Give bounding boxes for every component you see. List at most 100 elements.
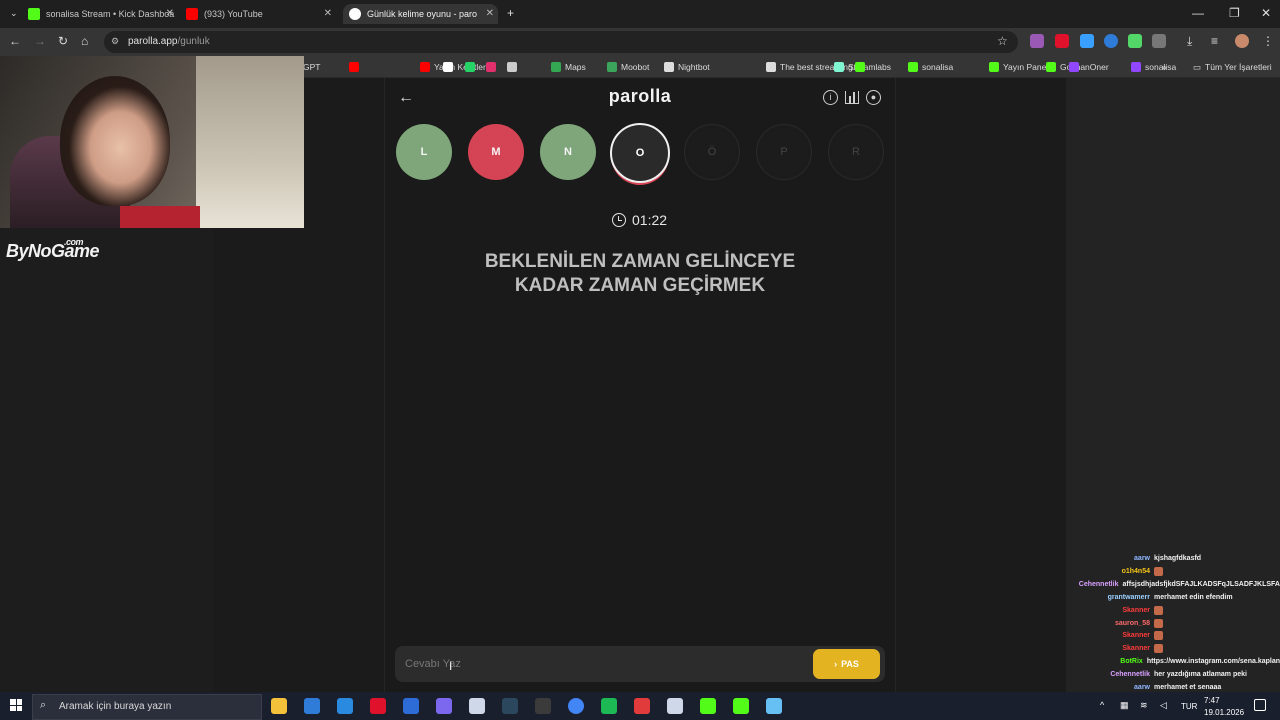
bookmark-item[interactable]: Moobot bbox=[607, 60, 649, 74]
close-icon[interactable]: ✕ bbox=[486, 8, 494, 19]
pass-button[interactable]: › PAS bbox=[813, 649, 880, 679]
reading-list-icon[interactable]: ≡ bbox=[1211, 34, 1218, 48]
reload-icon[interactable]: ↻ bbox=[58, 34, 68, 48]
user-icon[interactable]: ● bbox=[866, 90, 881, 105]
site-info-icon[interactable]: ⚙ bbox=[111, 36, 119, 47]
menu-icon[interactable]: ⋮ bbox=[1262, 34, 1274, 48]
taskbar-app-icon[interactable] bbox=[502, 698, 518, 714]
bookmark-item[interactable]: Nightbot bbox=[664, 60, 710, 74]
chat-message: sauron_58 bbox=[1070, 617, 1280, 630]
tray-chevron-icon[interactable]: ^ bbox=[1100, 700, 1104, 710]
bookmark-icon bbox=[486, 62, 496, 72]
chat-username[interactable]: Cehennetlik bbox=[1070, 671, 1150, 678]
letter-correct: N bbox=[540, 124, 596, 180]
bookmark-item[interactable] bbox=[465, 60, 479, 74]
taskbar-app-icon[interactable] bbox=[337, 698, 353, 714]
window-close-icon[interactable]: ✕ bbox=[1261, 6, 1271, 20]
bookmark-item[interactable]: GPT bbox=[303, 60, 320, 74]
notifications-icon[interactable] bbox=[1254, 699, 1266, 711]
webcam-person bbox=[60, 76, 170, 206]
webcam-room bbox=[196, 56, 304, 228]
letter-correct: L bbox=[396, 124, 452, 180]
taskbar-app-icon[interactable] bbox=[568, 698, 584, 714]
wifi-icon[interactable]: ≋ bbox=[1140, 700, 1148, 711]
back-arrow-icon[interactable]: ← bbox=[398, 89, 414, 107]
download-icon[interactable]: ⤓ bbox=[1187, 34, 1192, 49]
bookmark-item[interactable]: sonalisa bbox=[908, 60, 953, 74]
address-bar[interactable] bbox=[104, 31, 1018, 53]
chat-username[interactable]: aarw bbox=[1070, 555, 1150, 562]
chat-username[interactable]: Skanner bbox=[1070, 607, 1150, 614]
taskbar-app-icon[interactable] bbox=[271, 698, 287, 714]
taskbar-app-icon[interactable] bbox=[700, 698, 716, 714]
taskbar-app-icon[interactable] bbox=[733, 698, 749, 714]
bookmark-item[interactable] bbox=[1069, 60, 1083, 74]
windows-start-icon[interactable] bbox=[10, 699, 22, 711]
all-bookmarks-button[interactable]: ▭ Tüm Yer İşaretleri bbox=[1193, 60, 1272, 74]
parolla-icon bbox=[349, 8, 361, 20]
bookmark-item[interactable] bbox=[486, 60, 500, 74]
chat-username[interactable]: sauron_58 bbox=[1070, 620, 1150, 627]
taskbar-app-icon[interactable] bbox=[766, 698, 782, 714]
new-tab-button[interactable]: + bbox=[507, 6, 514, 20]
language-indicator[interactable]: TUR bbox=[1181, 702, 1197, 711]
extension-icon[interactable] bbox=[1080, 34, 1094, 48]
taskbar-app-icon[interactable] bbox=[304, 698, 320, 714]
extension-icon[interactable] bbox=[1104, 34, 1118, 48]
taskbar-app-icon[interactable] bbox=[469, 698, 485, 714]
taskbar-app-icon[interactable] bbox=[403, 698, 419, 714]
bookmark-item[interactable] bbox=[507, 60, 521, 74]
back-icon[interactable]: ← bbox=[9, 34, 21, 48]
chat-username[interactable]: Skanner bbox=[1070, 645, 1150, 652]
extensions-puzzle-icon[interactable] bbox=[1152, 34, 1166, 48]
taskbar-app-icon[interactable] bbox=[601, 698, 617, 714]
clock-date[interactable]: 19.01.2026 bbox=[1204, 708, 1244, 717]
restore-icon[interactable]: ❐ bbox=[1229, 6, 1240, 20]
close-icon[interactable]: ✕ bbox=[166, 8, 174, 19]
bookmark-item[interactable] bbox=[443, 60, 457, 74]
bookmark-icon bbox=[551, 62, 561, 72]
chat-username[interactable]: o1h4n54 bbox=[1070, 568, 1150, 575]
bookmark-item[interactable] bbox=[349, 60, 363, 74]
bookmark-star-icon[interactable]: ☆ bbox=[997, 34, 1008, 48]
chat-username[interactable]: Cehennetlik bbox=[1070, 581, 1119, 588]
timer-value: 01:22 bbox=[632, 212, 668, 228]
volume-icon[interactable]: ◁ bbox=[1160, 700, 1167, 711]
bookmark-item[interactable]: Yayın Paneli bbox=[989, 60, 1050, 74]
profile-avatar[interactable] bbox=[1235, 34, 1249, 48]
minimize-icon[interactable]: — bbox=[1192, 6, 1204, 20]
letter-wrong: M bbox=[468, 124, 524, 180]
extension-icon[interactable] bbox=[1128, 34, 1142, 48]
extension-icon[interactable] bbox=[1030, 34, 1044, 48]
tab-parolla[interactable]: Günlük kelime oyunu - paro ✕ bbox=[343, 4, 498, 24]
answer-input[interactable] bbox=[400, 650, 800, 678]
tab-youtube[interactable]: (933) YouTube ✕ bbox=[186, 4, 336, 24]
bookmark-item[interactable]: sonalisa bbox=[1131, 60, 1176, 74]
folder-icon: ▭ bbox=[1193, 61, 1202, 72]
taskbar-app-icon[interactable] bbox=[535, 698, 551, 714]
clock-time[interactable]: 7:47 bbox=[1204, 696, 1220, 705]
home-icon[interactable]: ⌂ bbox=[81, 34, 88, 48]
chat-username[interactable]: BotRix bbox=[1070, 658, 1143, 665]
tab-search-icon[interactable]: ⌄ bbox=[10, 8, 18, 19]
tab-kick[interactable]: sonalisa Stream • Kick Dashboa ✕ bbox=[28, 4, 178, 24]
emote-icon bbox=[1154, 605, 1163, 615]
stats-icon[interactable] bbox=[845, 91, 859, 104]
taskbar-app-icon[interactable] bbox=[436, 698, 452, 714]
bookmarks-more-button[interactable]: » bbox=[1162, 60, 1167, 74]
forward-icon[interactable]: → bbox=[34, 34, 46, 48]
extension-icon[interactable] bbox=[1055, 34, 1069, 48]
bookmark-item[interactable]: Maps bbox=[551, 60, 586, 74]
network-icon[interactable]: ▦ bbox=[1120, 700, 1129, 711]
taskbar-app-icon[interactable] bbox=[370, 698, 386, 714]
letter-current: O bbox=[610, 123, 670, 183]
taskbar-app-icon[interactable] bbox=[634, 698, 650, 714]
chat-username[interactable]: Skanner bbox=[1070, 632, 1150, 639]
chat-username[interactable]: aarw bbox=[1070, 684, 1150, 691]
tab-title: sonalisa Stream • Kick Dashboa bbox=[46, 9, 175, 19]
taskbar-app-icon[interactable] bbox=[667, 698, 683, 714]
chat-username[interactable]: grantwamerr bbox=[1070, 594, 1150, 601]
close-icon[interactable]: ✕ bbox=[324, 8, 332, 19]
bookmark-item[interactable] bbox=[855, 60, 869, 74]
info-icon[interactable]: i bbox=[823, 90, 838, 105]
